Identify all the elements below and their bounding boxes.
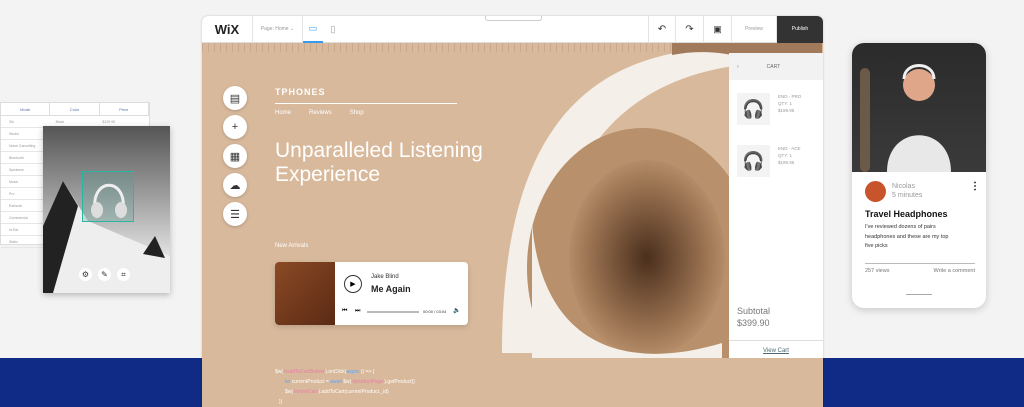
wix-logo: WiX — [202, 16, 253, 43]
item-price: $199.95 — [778, 108, 795, 113]
code-token: currentProduct = — [290, 379, 331, 385]
code-token: ).addToCart(currentProduct._id) — [318, 389, 389, 395]
preview-button[interactable]: Preview — [732, 16, 777, 43]
play-button[interactable]: ▶ — [344, 275, 362, 293]
code-token: async — [346, 369, 360, 375]
new-arrivals-label: New Arrivals — [275, 243, 309, 249]
cart-panel: › CART 🎧 END - PRO QTY: 1 $199.95 🎧 END - ACE Q… — [729, 53, 823, 358]
site-canvas: ▤ + ▦ ☁ ☰ TPHONES Home Reviews Shop Unpa… — [202, 43, 823, 358]
subtotal-value: $399.90 — [737, 318, 770, 328]
headphones-icon — [91, 183, 127, 218]
chevron-down-icon: ⌄ — [289, 26, 295, 32]
post-excerpt: I've reviewed dozens of pairs headphones… — [865, 224, 949, 249]
item-price: $199.95 — [778, 160, 795, 165]
volume-icon[interactable]: 🔈 — [453, 307, 460, 314]
post-time: 5 minutes — [892, 192, 923, 199]
save-icon[interactable]: ▣ — [704, 16, 732, 43]
publish-button[interactable]: Publish — [777, 16, 823, 43]
view-cart-link[interactable]: View Cart — [729, 340, 823, 354]
add-icon[interactable]: + — [223, 115, 247, 139]
apps-icon[interactable]: ▦ — [223, 144, 247, 168]
code-token: '#storeCart' — [293, 389, 319, 395]
code-token: '#productPage' — [351, 379, 385, 385]
col-header: Color — [50, 102, 100, 116]
col-header: Price — [100, 102, 149, 116]
product-thumbnail: 🎧 — [737, 145, 770, 177]
item-name: END - ACE — [778, 146, 801, 151]
mobile-view-icon[interactable]: ▯ — [323, 16, 343, 43]
desktop-view-icon[interactable]: ▭ — [303, 16, 323, 43]
code-token: ).onClick( — [325, 369, 347, 375]
crop-icon[interactable]: ⌗ — [117, 268, 130, 281]
page-selector[interactable]: Page: Home ⌄ — [253, 16, 303, 43]
upload-icon[interactable]: ☁ — [223, 173, 247, 197]
code-token: () => { — [359, 369, 375, 375]
image-editor-card: ⚙ ✎ ⌗ — [43, 126, 170, 293]
cart-item[interactable]: 🎧 END - PRO QTY: 1 $199.95 — [737, 93, 823, 125]
nav-reviews[interactable]: Reviews — [309, 110, 332, 116]
undo-icon[interactable]: ↶ — [648, 16, 676, 43]
home-indicator — [906, 294, 932, 295]
redo-icon[interactable]: ↷ — [676, 16, 704, 43]
prev-icon[interactable]: ⏮ — [342, 308, 347, 315]
author-name[interactable]: Nicolas — [892, 183, 915, 190]
code-token: ).getProduct() — [384, 379, 415, 385]
next-icon[interactable]: ⏭ — [355, 308, 360, 315]
progress-bar[interactable] — [367, 311, 419, 313]
site-nav: Home Reviews Shop — [275, 110, 364, 116]
subtotal-label: Subtotal — [737, 306, 771, 316]
pages-icon[interactable]: ▤ — [223, 86, 247, 110]
selection-box[interactable] — [82, 171, 134, 222]
person-image — [860, 64, 951, 172]
col-header: Mode — [1, 102, 51, 116]
track-title: Me Again — [371, 284, 411, 294]
code-token: $w( — [275, 369, 284, 375]
item-qty: QTY: 1 — [778, 153, 793, 158]
more-icon[interactable]: ⋮ — [970, 181, 980, 192]
hero-headline: Unparalleled Listening Experience — [275, 139, 483, 186]
mobile-preview: Nicolas 5 minutes ⋮ Travel Headphones I'… — [852, 43, 986, 308]
album-art — [275, 262, 335, 325]
author-avatar[interactable] — [865, 181, 886, 202]
post-title[interactable]: Travel Headphones — [865, 209, 948, 219]
track-time: 00:00 / 03:04 — [423, 309, 447, 314]
editor-window: WiX Page: Home ⌄ ▭ ▯ ↶ ↷ ▣ Preview Publi… — [202, 16, 823, 407]
product-thumbnail: 🎧 — [737, 93, 770, 125]
item-qty: QTY: 1 — [778, 101, 793, 106]
cart-title: CART — [766, 63, 781, 70]
write-comment-link[interactable]: Write a comment — [934, 268, 975, 274]
artist-name: Jake Blind — [371, 274, 399, 280]
code-token: '#addToCartButton' — [283, 369, 326, 375]
site-brand: TPHONES — [275, 87, 457, 104]
view-count: 257 views — [865, 268, 890, 274]
nav-shop[interactable]: Shop — [350, 110, 364, 116]
item-name: END - PRO — [778, 94, 802, 99]
code-panel: $w('#addToCartButton').onClick(async () … — [275, 367, 415, 407]
nav-home[interactable]: Home — [275, 110, 291, 116]
chevron-right-icon[interactable]: › — [737, 64, 739, 70]
code-token: await — [330, 379, 342, 385]
blog-photo — [852, 43, 986, 172]
editor-toolbar: WiX Page: Home ⌄ ▭ ▯ ↶ ↷ ▣ Preview Publi… — [202, 16, 823, 43]
collapse-handle[interactable] — [485, 16, 542, 21]
add-panel: ▤ + ▦ ☁ ☰ — [223, 86, 247, 226]
page-selector-label: Page: Home — [260, 26, 289, 32]
pen-icon[interactable]: ✎ — [98, 268, 111, 281]
divider — [865, 263, 975, 264]
music-player: ▶ Jake Blind Me Again ⏮ ⏭ 00:00 / 03:04 … — [275, 262, 468, 325]
code-token: }) — [279, 399, 283, 405]
code-token: $w( — [341, 379, 352, 385]
cart-item[interactable]: 🎧 END - ACE QTY: 1 $199.95 — [737, 145, 823, 177]
code-token: $w( — [285, 389, 294, 395]
settings-icon[interactable]: ⚙ — [79, 268, 92, 281]
database-icon[interactable]: ☰ — [223, 202, 247, 226]
